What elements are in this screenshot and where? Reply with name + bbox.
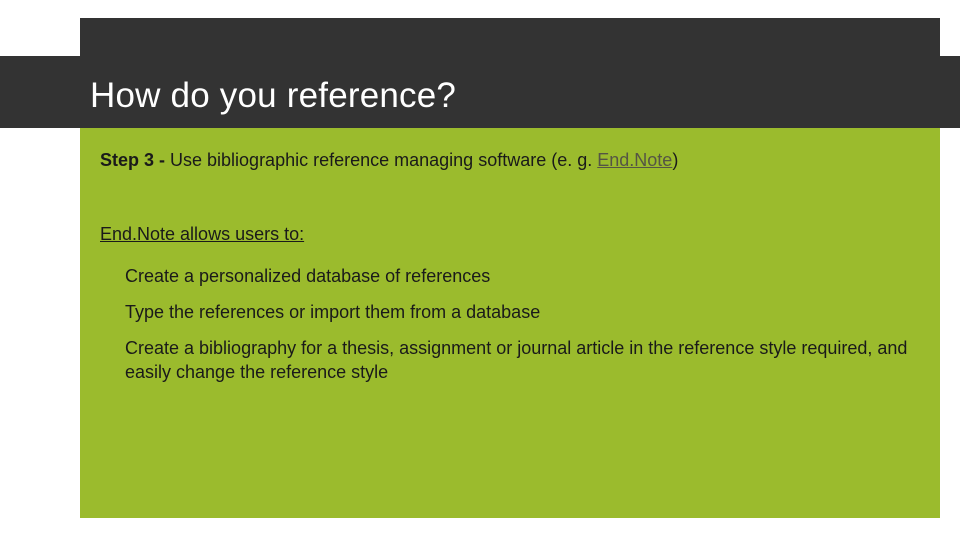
step-label: Step 3 -: [100, 150, 170, 170]
list-item: Create a personalized database of refere…: [125, 264, 915, 288]
step-text-after: ): [672, 150, 678, 170]
list-item: Type the references or import them from …: [125, 300, 915, 324]
step-heading: Step 3 - Use bibliographic reference man…: [100, 150, 678, 171]
list-subtitle: End.Note allows users to:: [100, 224, 304, 245]
endnote-link[interactable]: End.Note: [597, 150, 672, 170]
slide-title: How do you reference?: [90, 76, 456, 116]
step-text-before: Use bibliographic reference managing sof…: [170, 150, 597, 170]
list-item: Create a bibliography for a thesis, assi…: [125, 336, 915, 385]
header-accent-bar: [80, 18, 940, 56]
